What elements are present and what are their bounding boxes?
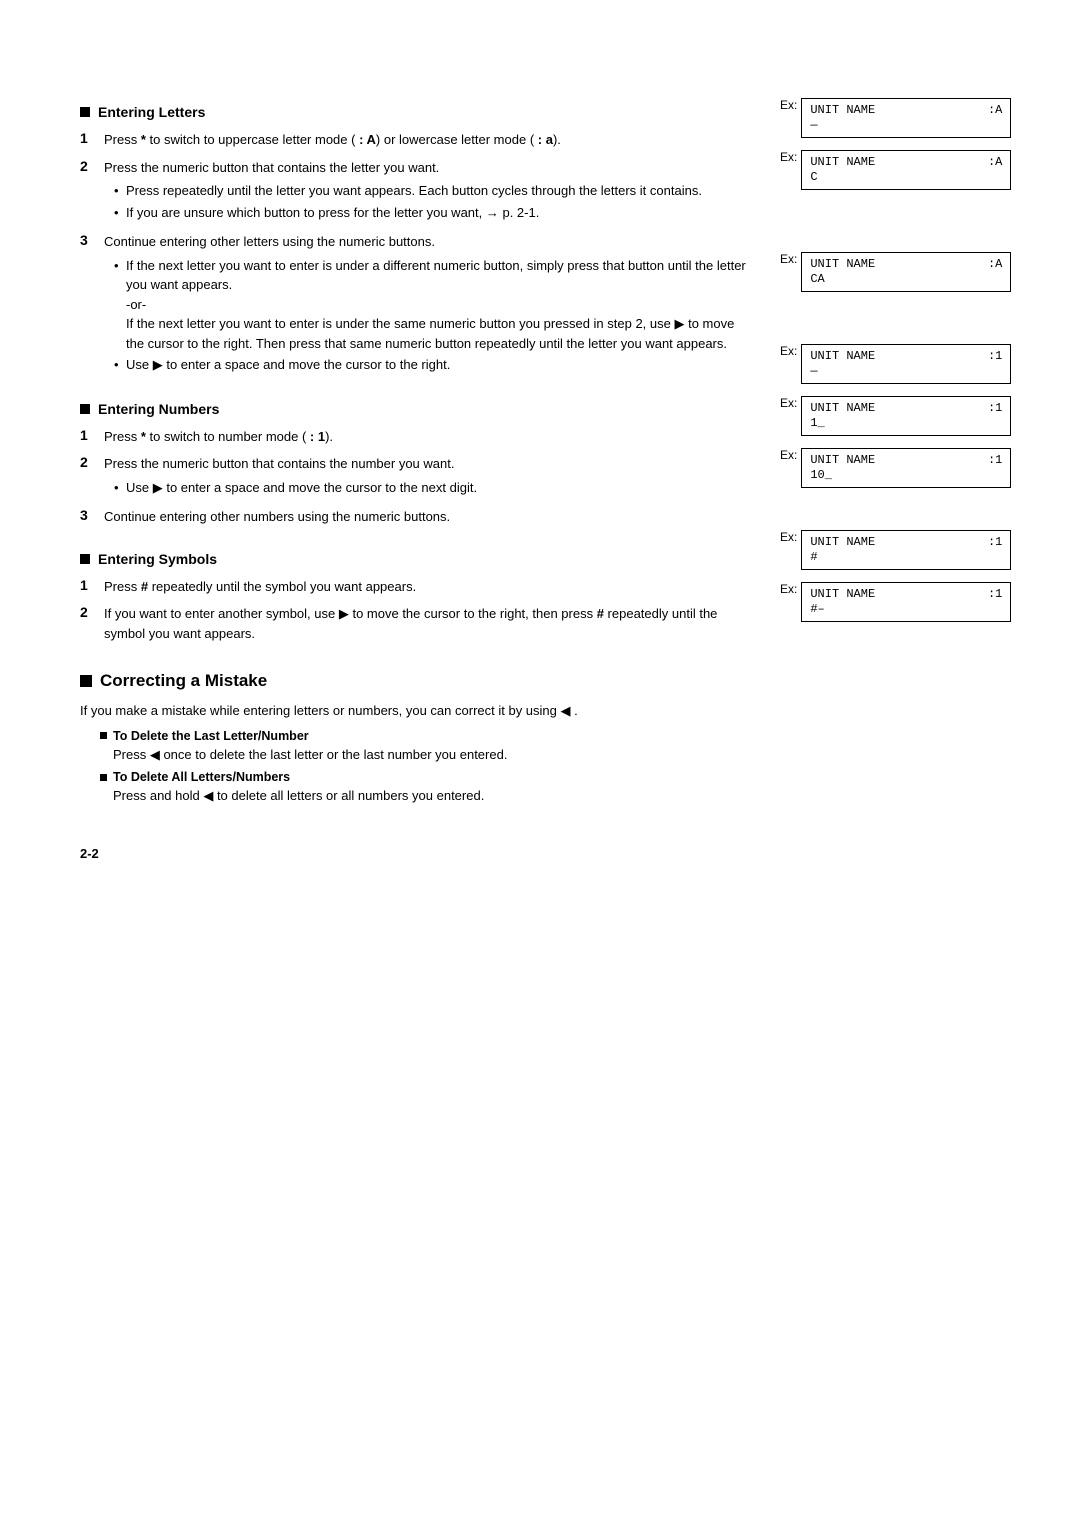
section-icon-letters	[80, 107, 90, 117]
lcd-mode: :1	[988, 349, 1002, 363]
step-letters-2: 2 Press the numeric button that contains…	[80, 158, 750, 225]
step-number: 2	[80, 454, 100, 470]
lcd-mode: :1	[988, 453, 1002, 467]
step-number: 1	[80, 130, 100, 146]
lcd-mode: :A	[988, 103, 1002, 117]
step-numbers-2: 2 Press the numeric button that contains…	[80, 454, 750, 499]
example-letters-1: Ex: UNIT NAME :A —	[780, 98, 1020, 140]
example-numbers-2: Ex: UNIT NAME :1 1_	[780, 396, 1020, 438]
section-entering-numbers: Entering Numbers	[80, 401, 750, 417]
lcd-content: CA	[810, 272, 824, 286]
example-letters-3: Ex: UNIT NAME :A CA	[780, 252, 1020, 294]
section-entering-letters: Entering Letters	[80, 104, 750, 120]
section-title-letters: Entering Letters	[98, 104, 205, 120]
step-text: Press # repeatedly until the symbol you …	[104, 577, 416, 597]
ex-label: Ex:	[780, 396, 797, 410]
section-icon-numbers	[80, 404, 90, 414]
lcd-display: UNIT NAME :1 10_	[801, 448, 1011, 488]
step-letters-1: 1 Press * to switch to uppercase letter …	[80, 130, 750, 150]
step-number: 2	[80, 158, 100, 174]
page-number: 2-2	[80, 846, 750, 861]
section-title-mistake: Correcting a Mistake	[100, 671, 267, 691]
lcd-unit-name: UNIT NAME	[810, 349, 875, 363]
example-letters-2: Ex: UNIT NAME :A C	[780, 150, 1020, 192]
sub-section-text-delete-all: Press and hold ◀ to delete all letters o…	[113, 786, 750, 806]
lcd-mode: :1	[988, 535, 1002, 549]
example-symbols-2: Ex: UNIT NAME :1 #–	[780, 582, 1020, 624]
lcd-content: 1_	[810, 416, 824, 430]
sub-section-delete-all: To Delete All Letters/Numbers Press and …	[100, 770, 750, 806]
ex-label: Ex:	[780, 344, 797, 358]
sub-section-icon	[100, 732, 107, 739]
section-entering-symbols: Entering Symbols	[80, 551, 750, 567]
lcd-content: C	[810, 170, 817, 184]
lcd-content: —	[810, 364, 817, 378]
lcd-display: UNIT NAME :A CA	[801, 252, 1011, 292]
lcd-display: UNIT NAME :1 #	[801, 530, 1011, 570]
step-numbers-3: 3 Continue entering other numbers using …	[80, 507, 750, 527]
step-text: Press * to switch to uppercase letter mo…	[104, 130, 561, 150]
step-number: 1	[80, 427, 100, 443]
lcd-display: UNIT NAME :A C	[801, 150, 1011, 190]
step-text: If you want to enter another symbol, use…	[104, 604, 750, 643]
example-numbers-3: Ex: UNIT NAME :1 10_	[780, 448, 1020, 490]
step-letters-3: 3 Continue entering other letters using …	[80, 232, 750, 377]
lcd-mode: :1	[988, 401, 1002, 415]
step-number: 1	[80, 577, 100, 593]
step-text: Continue entering other numbers using th…	[104, 507, 450, 527]
lcd-mode: :1	[988, 587, 1002, 601]
lcd-content: #–	[810, 602, 824, 616]
left-column: Entering Letters 1 Press * to switch to …	[80, 80, 780, 861]
lcd-unit-name: UNIT NAME	[810, 155, 875, 169]
sub-section-title: To Delete the Last Letter/Number	[113, 729, 309, 743]
lcd-display: UNIT NAME :1 1_	[801, 396, 1011, 436]
ex-label: Ex:	[780, 530, 797, 544]
page-content: Entering Letters 1 Press * to switch to …	[80, 80, 1020, 861]
sub-section-text-delete-last: Press ◀ once to delete the last letter o…	[113, 745, 750, 765]
ex-label: Ex:	[780, 448, 797, 462]
sub-section-header-delete-all: To Delete All Letters/Numbers	[100, 770, 750, 784]
lcd-display: UNIT NAME :1 —	[801, 344, 1011, 384]
example-symbols-1: Ex: UNIT NAME :1 #	[780, 530, 1020, 572]
step-text: Press * to switch to number mode ( : 1).	[104, 427, 333, 447]
ex-label: Ex:	[780, 582, 797, 596]
lcd-unit-name: UNIT NAME	[810, 257, 875, 271]
ex-label: Ex:	[780, 150, 797, 164]
lcd-unit-name: UNIT NAME	[810, 401, 875, 415]
correcting-intro: If you make a mistake while entering let…	[80, 701, 750, 721]
ex-label: Ex:	[780, 98, 797, 112]
section-title-symbols: Entering Symbols	[98, 551, 217, 567]
sub-section-delete-last: To Delete the Last Letter/Number Press ◀…	[100, 729, 750, 765]
step-number: 2	[80, 604, 100, 620]
step-number: 3	[80, 232, 100, 248]
lcd-content: 10_	[810, 468, 832, 482]
section-icon-mistake	[80, 675, 92, 687]
lcd-unit-name: UNIT NAME	[810, 103, 875, 117]
right-column: Ex: UNIT NAME :A — Ex: UNIT NAME	[780, 80, 1020, 861]
sub-section-header-delete-last: To Delete the Last Letter/Number	[100, 729, 750, 743]
lcd-unit-name: UNIT NAME	[810, 535, 875, 549]
example-numbers-1: Ex: UNIT NAME :1 —	[780, 344, 1020, 386]
step-text: Press the numeric button that contains t…	[104, 454, 477, 499]
step-numbers-1: 1 Press * to switch to number mode ( : 1…	[80, 427, 750, 447]
lcd-unit-name: UNIT NAME	[810, 453, 875, 467]
sub-section-icon	[100, 774, 107, 781]
lcd-content: —	[810, 118, 817, 132]
step-text: Press the numeric button that contains t…	[104, 158, 702, 225]
step-symbols-1: 1 Press # repeatedly until the symbol yo…	[80, 577, 750, 597]
section-title-numbers: Entering Numbers	[98, 401, 219, 417]
lcd-mode: :A	[988, 155, 1002, 169]
lcd-content: #	[810, 550, 817, 564]
sub-section-title: To Delete All Letters/Numbers	[113, 770, 290, 784]
step-symbols-2: 2 If you want to enter another symbol, u…	[80, 604, 750, 643]
lcd-display: UNIT NAME :1 #–	[801, 582, 1011, 622]
section-correcting-mistake: Correcting a Mistake	[80, 671, 750, 691]
section-icon-symbols	[80, 554, 90, 564]
lcd-unit-name: UNIT NAME	[810, 587, 875, 601]
lcd-mode: :A	[988, 257, 1002, 271]
step-number: 3	[80, 507, 100, 523]
lcd-display: UNIT NAME :A —	[801, 98, 1011, 138]
ex-label: Ex:	[780, 252, 797, 266]
step-text: Continue entering other letters using th…	[104, 232, 750, 377]
